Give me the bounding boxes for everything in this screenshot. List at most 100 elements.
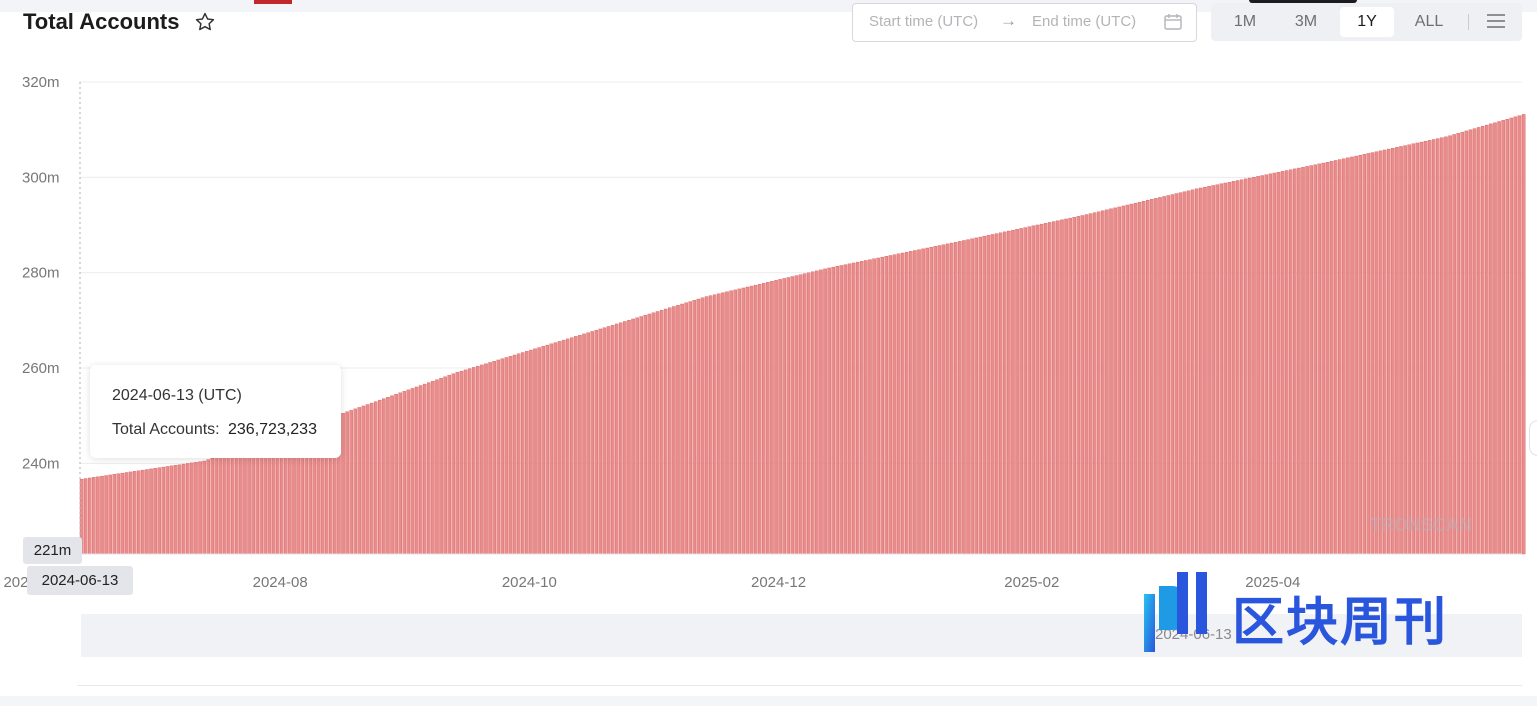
- daily-account-bar: [598, 328, 603, 555]
- daily-account-bar: [966, 239, 970, 555]
- daily-account-bar: [1293, 168, 1297, 555]
- daily-account-bar: [1395, 147, 1399, 555]
- daily-account-bar: [631, 318, 635, 555]
- daily-account-bar: [1052, 221, 1056, 555]
- daily-account-bar: [1276, 172, 1281, 555]
- daily-account-bar: [541, 346, 545, 555]
- x-tick-label: 2024-12: [751, 574, 806, 591]
- tooltip-value: 236,723,233: [228, 421, 317, 438]
- daily-account-bar: [1399, 146, 1403, 555]
- tronscan-watermark: TRONSCAN: [1370, 515, 1472, 535]
- daily-account-bar: [1056, 220, 1060, 555]
- daily-account-bar: [757, 283, 762, 555]
- daily-account-bar: [737, 288, 742, 555]
- daily-account-bar: [1256, 176, 1260, 555]
- daily-account-bar: [1264, 174, 1268, 555]
- daily-account-bar: [230, 451, 235, 555]
- daily-account-bar: [149, 468, 153, 555]
- daily-account-bar: [704, 296, 709, 555]
- daily-account-bar: [986, 235, 991, 555]
- daily-account-bar: [647, 313, 652, 555]
- daily-account-bar: [402, 391, 407, 555]
- daily-account-bar: [161, 466, 166, 555]
- daily-account-bar: [990, 234, 995, 555]
- daily-account-bar: [733, 289, 737, 555]
- daily-account-bar: [900, 252, 905, 555]
- daily-account-bar: [1521, 114, 1526, 555]
- daily-account-bar: [410, 388, 415, 555]
- daily-account-bar: [459, 370, 464, 555]
- daily-account-bar: [108, 474, 112, 555]
- daily-account-bar: [1366, 153, 1371, 555]
- daily-account-bar: [1227, 181, 1232, 555]
- daily-account-bar: [1072, 217, 1077, 555]
- y-tick-label: 320m: [22, 74, 60, 91]
- daily-account-bar: [1423, 141, 1428, 555]
- daily-account-bar: [847, 263, 852, 555]
- daily-account-bar: [1113, 207, 1117, 555]
- daily-account-bar: [1505, 118, 1510, 555]
- daily-account-bar: [1362, 154, 1367, 555]
- daily-account-bar: [1436, 138, 1440, 555]
- daily-account-bar: [802, 273, 807, 555]
- daily-account-bar: [970, 238, 974, 555]
- daily-account-bar: [521, 352, 525, 555]
- daily-account-bar: [782, 278, 786, 555]
- daily-account-bar: [1391, 148, 1395, 555]
- daily-account-bar: [545, 344, 550, 555]
- daily-account-bar: [1252, 176, 1256, 555]
- daily-account-bar: [672, 306, 676, 555]
- daily-account-bar: [1190, 189, 1195, 555]
- daily-account-bar: [1084, 214, 1089, 555]
- daily-account-bar: [1223, 182, 1228, 555]
- daily-account-bar: [1047, 222, 1052, 555]
- daily-account-bar: [962, 240, 966, 555]
- daily-account-bar: [373, 401, 378, 555]
- daily-account-bar: [349, 410, 353, 555]
- daily-account-bar: [1068, 217, 1072, 555]
- daily-account-bar: [778, 279, 782, 555]
- daily-account-bar: [860, 261, 864, 555]
- daily-account-bar: [1096, 211, 1101, 555]
- daily-account-bar: [1338, 159, 1342, 555]
- daily-account-bar: [1182, 191, 1187, 555]
- daily-account-bar: [1509, 117, 1514, 555]
- daily-account-bar: [529, 349, 533, 555]
- daily-account-bar: [941, 244, 946, 555]
- daily-account-bar: [855, 261, 860, 555]
- crosshair-y-label: 221m: [23, 537, 82, 564]
- daily-account-bar: [492, 361, 496, 555]
- y-tick-label: 260m: [22, 360, 60, 377]
- daily-account-bar: [467, 368, 472, 555]
- daily-account-bar: [1464, 130, 1469, 555]
- daily-account-bar: [1248, 177, 1252, 555]
- y-tick-label: 300m: [22, 169, 60, 186]
- daily-account-bar: [684, 302, 688, 555]
- daily-account-bar: [786, 277, 791, 555]
- daily-account-bar: [1427, 140, 1432, 555]
- daily-account-bar: [431, 380, 435, 555]
- daily-account-bar: [1329, 161, 1334, 555]
- daily-account-bar: [243, 446, 247, 555]
- daily-account-bar: [1178, 192, 1183, 555]
- daily-account-bar: [982, 235, 987, 555]
- daily-account-bar: [994, 233, 999, 555]
- daily-account-bar: [614, 323, 619, 555]
- side-scroll-handle[interactable]: [1529, 420, 1537, 456]
- daily-account-bar: [913, 250, 917, 555]
- daily-account-bar: [1497, 121, 1501, 555]
- daily-account-bar: [1239, 179, 1244, 555]
- daily-account-bar: [578, 334, 582, 555]
- daily-account-bar: [1370, 152, 1375, 555]
- daily-account-bar: [361, 405, 366, 555]
- daily-account-bar: [774, 280, 778, 555]
- daily-account-bar: [553, 342, 558, 555]
- daily-account-bar: [1342, 158, 1346, 555]
- daily-account-bar: [1472, 128, 1477, 555]
- daily-account-bar: [1109, 208, 1113, 555]
- daily-account-bar: [1219, 183, 1224, 555]
- daily-account-bar: [823, 268, 827, 555]
- daily-account-bar: [357, 407, 362, 555]
- daily-account-bar: [496, 359, 501, 555]
- daily-account-bar: [1374, 151, 1379, 555]
